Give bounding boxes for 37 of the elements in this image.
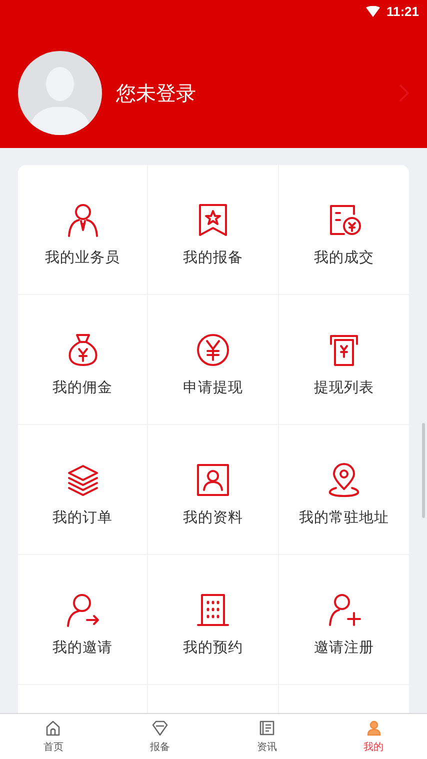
nav-tab[interactable]: 资讯 — [214, 714, 320, 759]
menu-item[interactable]: 提现列表 — [278, 295, 409, 425]
user-icon — [366, 720, 382, 736]
menu-item[interactable]: 我的订单 — [18, 425, 148, 555]
menu-item[interactable]: 我的佣金 — [18, 295, 148, 425]
menu-label: 我的业务员 — [45, 249, 120, 267]
login-prompt[interactable]: 您未登录 — [116, 80, 399, 106]
diamond-icon — [152, 720, 168, 736]
menu-label: 我的预约 — [182, 639, 243, 657]
menu-label: 邀请注册 — [314, 639, 374, 657]
building-icon — [194, 592, 231, 628]
menu-item[interactable]: 申请提现 — [148, 295, 279, 425]
avatar[interactable] — [18, 51, 102, 135]
menu-label: 我的邀请 — [52, 639, 113, 657]
menu-label: 我的订单 — [52, 509, 113, 527]
status-time: 11:21 — [386, 4, 419, 18]
menu-item[interactable]: 我的报备 — [148, 165, 279, 295]
menu-item[interactable]: 我的成交 — [278, 165, 409, 295]
menu-label: 我的资料 — [182, 509, 243, 527]
user-arrow-icon — [64, 592, 101, 628]
menu-label: 提现列表 — [314, 379, 374, 397]
menu-label: 我的佣金 — [52, 379, 113, 397]
home-icon — [45, 720, 62, 736]
nav-tab[interactable]: 报备 — [106, 714, 214, 759]
nav-tab[interactable]: 首页 — [0, 714, 107, 759]
menu-item[interactable]: 我的常驻地址 — [278, 425, 409, 555]
menu-item[interactable]: 我的资料 — [148, 425, 279, 555]
portrait-icon — [194, 462, 231, 498]
wifi-icon — [366, 6, 380, 16]
menu-label: 申请提现 — [182, 379, 243, 397]
menu-label: 我的报备 — [182, 249, 243, 267]
menu-label: 我的成交 — [314, 248, 374, 267]
nav-tab[interactable]: 我的 — [320, 714, 427, 759]
news-icon — [258, 720, 275, 736]
menu-label: 我的常驻地址 — [298, 508, 389, 527]
yen-coin-icon — [194, 332, 231, 368]
menu-item[interactable]: 我的业务员 — [18, 165, 148, 295]
